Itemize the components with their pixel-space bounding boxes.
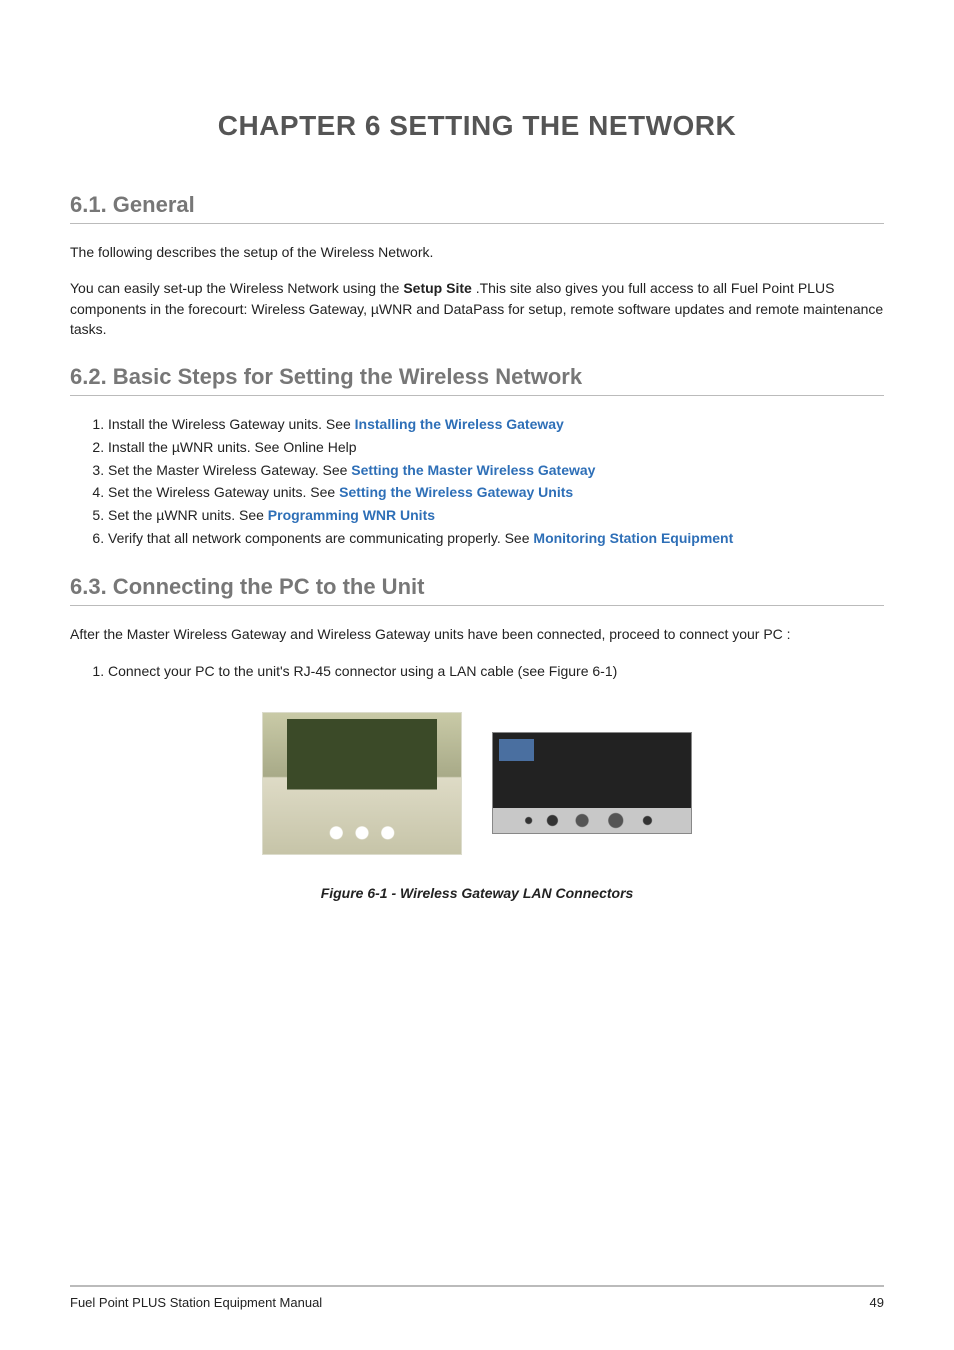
- link-monitoring-station-equipment[interactable]: Monitoring Station Equipment: [533, 530, 733, 546]
- figure-image-wireless-gateway-board: [262, 712, 462, 855]
- list-item: Set the Wireless Gateway units. See Sett…: [108, 482, 884, 504]
- text-run: Install the Wireless Gateway units. See: [108, 416, 355, 432]
- paragraph: You can easily set-up the Wireless Netwo…: [70, 278, 884, 339]
- paragraph: The following describes the setup of the…: [70, 242, 884, 262]
- section-heading-6-3: 6.3. Connecting the PC to the Unit: [70, 574, 884, 602]
- link-programming-wnr-units[interactable]: Programming WNR Units: [268, 507, 435, 523]
- footer-doc-title: Fuel Point PLUS Station Equipment Manual: [70, 1295, 322, 1310]
- section-heading-6-1: 6.1. General: [70, 192, 884, 220]
- section-divider: [70, 223, 884, 224]
- ordered-list: Connect your PC to the unit's RJ-45 conn…: [70, 661, 884, 683]
- link-setting-master-wireless-gateway[interactable]: Setting the Master Wireless Gateway: [351, 462, 595, 478]
- text-run: Set the Wireless Gateway units. See: [108, 484, 339, 500]
- list-item: Set the µWNR units. See Programming WNR …: [108, 505, 884, 527]
- figure-row: [70, 712, 884, 855]
- text-run: Install the µWNR units. See Online Help: [108, 439, 357, 455]
- text-run: Set the Master Wireless Gateway. See: [108, 462, 351, 478]
- footer-divider: [70, 1285, 884, 1287]
- link-installing-wireless-gateway[interactable]: Installing the Wireless Gateway: [355, 416, 564, 432]
- list-item: Set the Master Wireless Gateway. See Set…: [108, 460, 884, 482]
- text-run: You can easily set-up the Wireless Netwo…: [70, 280, 403, 296]
- footer-page-number: 49: [870, 1295, 884, 1310]
- section-heading-6-2: 6.2. Basic Steps for Setting the Wireles…: [70, 364, 884, 392]
- chapter-title: CHAPTER 6 SETTING THE NETWORK: [70, 110, 884, 142]
- section-divider: [70, 395, 884, 396]
- list-item: Install the Wireless Gateway units. See …: [108, 414, 884, 436]
- list-item: Connect your PC to the unit's RJ-45 conn…: [108, 661, 884, 683]
- list-item: Verify that all network components are c…: [108, 528, 884, 550]
- text-run: Set the µWNR units. See: [108, 507, 268, 523]
- section-divider: [70, 605, 884, 606]
- text-bold: Setup Site: [403, 280, 471, 296]
- ordered-list: Install the Wireless Gateway units. See …: [70, 414, 884, 549]
- figure-image-wireless-gateway-box: [492, 732, 692, 834]
- text-run: Verify that all network components are c…: [108, 530, 533, 546]
- figure-caption: Figure 6-1 - Wireless Gateway LAN Connec…: [70, 885, 884, 901]
- paragraph: After the Master Wireless Gateway and Wi…: [70, 624, 884, 644]
- page-footer: Fuel Point PLUS Station Equipment Manual…: [70, 1285, 884, 1310]
- link-setting-wireless-gateway-units[interactable]: Setting the Wireless Gateway Units: [339, 484, 573, 500]
- list-item: Install the µWNR units. See Online Help: [108, 437, 884, 459]
